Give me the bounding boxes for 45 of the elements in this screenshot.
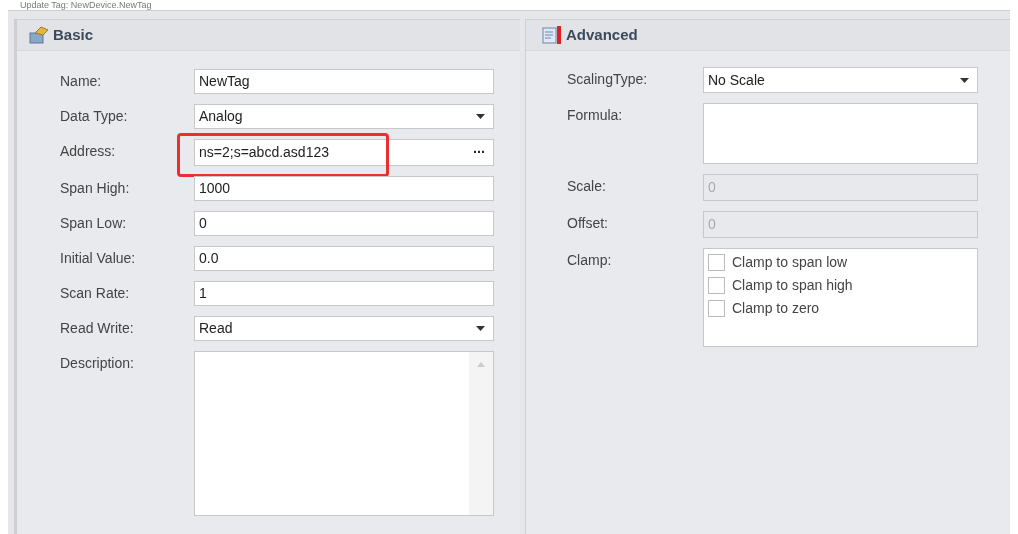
checkbox-label: Clamp to span high bbox=[732, 276, 853, 295]
dropdown-field[interactable]: Analog bbox=[194, 104, 494, 129]
checkbox[interactable] bbox=[708, 277, 725, 294]
window-title: Update Tag: NewDevice.NewTag bbox=[20, 1, 152, 10]
text-field[interactable]: NewTag bbox=[194, 69, 494, 94]
caret-icon bbox=[476, 326, 485, 331]
field-label: Scan Rate: bbox=[60, 284, 131, 303]
caret-icon bbox=[476, 114, 485, 119]
scroll-up-icon[interactable] bbox=[477, 362, 485, 367]
field-label: Span Low: bbox=[60, 214, 128, 233]
field-label: Read Write: bbox=[60, 319, 135, 338]
formula-field[interactable] bbox=[703, 103, 978, 164]
field-label: ScalingType: bbox=[567, 70, 649, 89]
text-field[interactable]: 1 bbox=[194, 281, 494, 306]
text-field[interactable]: 0.0 bbox=[194, 246, 494, 271]
panel-title: Basic bbox=[53, 24, 94, 45]
field-label: Address: bbox=[60, 142, 117, 161]
address-field[interactable]: ns=2;s=abcd.asd123 ··· bbox=[194, 139, 494, 166]
field-label: Span High: bbox=[60, 179, 131, 198]
field-label: Name: bbox=[60, 72, 103, 91]
dropdown-field[interactable]: Read bbox=[194, 316, 494, 341]
checkbox[interactable] bbox=[708, 300, 725, 317]
dropdown-field[interactable]: No Scale bbox=[703, 67, 978, 93]
text-field[interactable]: 0 bbox=[194, 211, 494, 236]
field-label: Initial Value: bbox=[60, 249, 137, 268]
field-label: Formula: bbox=[567, 106, 624, 125]
description-field[interactable] bbox=[194, 351, 494, 516]
browse-button[interactable]: ··· bbox=[473, 142, 485, 163]
field-label: Data Type: bbox=[60, 107, 129, 126]
checkbox[interactable] bbox=[708, 254, 725, 271]
address-value: ns=2;s=abcd.asd123 bbox=[199, 143, 329, 162]
dropdown-value: No Scale bbox=[708, 70, 765, 90]
checkbox-label: Clamp to zero bbox=[732, 299, 820, 318]
dropdown-value: Analog bbox=[199, 107, 243, 126]
panel-title: Advanced bbox=[566, 24, 638, 45]
field-label: Offset: bbox=[567, 214, 609, 233]
checkbox-label: Clamp to span low bbox=[732, 253, 848, 272]
field-label: Clamp: bbox=[567, 251, 613, 270]
field-label: Scale: bbox=[567, 177, 607, 196]
field-label: Description: bbox=[60, 354, 135, 373]
caret-icon bbox=[960, 77, 969, 83]
form-icon bbox=[542, 26, 562, 44]
text-field[interactable]: 1000 bbox=[194, 176, 494, 201]
dropdown-value: Read bbox=[199, 319, 233, 338]
folder-icon bbox=[29, 26, 49, 44]
